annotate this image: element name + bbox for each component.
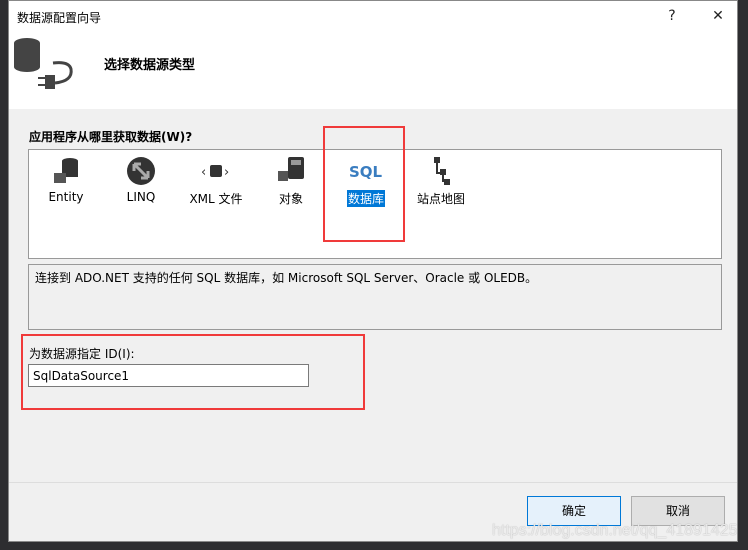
entity-icon — [54, 158, 78, 183]
source-item-entity[interactable]: Entity — [31, 154, 101, 204]
source-item-label: Entity — [48, 190, 84, 204]
xml-file-icon: ‹ › — [201, 165, 229, 180]
source-item-xml[interactable]: ‹ › XML 文件 — [181, 154, 251, 207]
svg-text:›: › — [224, 165, 229, 180]
source-item-linq[interactable]: LINQ — [106, 154, 176, 204]
highlight-box-id — [21, 334, 365, 410]
data-source-wizard-dialog: 数据源配置向导 ? ✕ 选择数据源类型 应用程序从哪里获取数据(W)? Enti… — [8, 0, 738, 542]
svg-text:‹: ‹ — [201, 165, 206, 180]
source-item-object[interactable]: 对象 — [256, 154, 326, 207]
source-item-label: 站点地图 — [416, 192, 465, 206]
watermark: https://blog.csdn.net/qq_41891425 — [492, 522, 738, 539]
source-item-label: XML 文件 — [189, 192, 243, 206]
database-plug-icon — [14, 38, 73, 89]
source-item-label: LINQ — [126, 190, 156, 204]
source-item-site-map[interactable]: 站点地图 — [406, 154, 476, 207]
source-item-label: 对象 — [278, 192, 303, 206]
help-button[interactable]: ? — [657, 5, 687, 27]
linq-icon — [127, 157, 155, 185]
source-prompt-label: 应用程序从哪里获取数据(W)? — [29, 130, 193, 144]
object-icon — [278, 157, 304, 181]
footer-divider — [9, 482, 737, 483]
step-title: 选择数据源类型 — [104, 58, 196, 73]
close-button[interactable]: ✕ — [703, 5, 733, 27]
wizard-header: 数据源配置向导 ? ✕ 选择数据源类型 — [9, 1, 737, 109]
site-map-icon — [434, 157, 450, 185]
highlight-box-database — [323, 126, 405, 242]
source-description: 连接到 ADO.NET 支持的任何 SQL 数据库，如 Microsoft SQ… — [28, 264, 722, 330]
window-title: 数据源配置向导 — [17, 11, 102, 25]
